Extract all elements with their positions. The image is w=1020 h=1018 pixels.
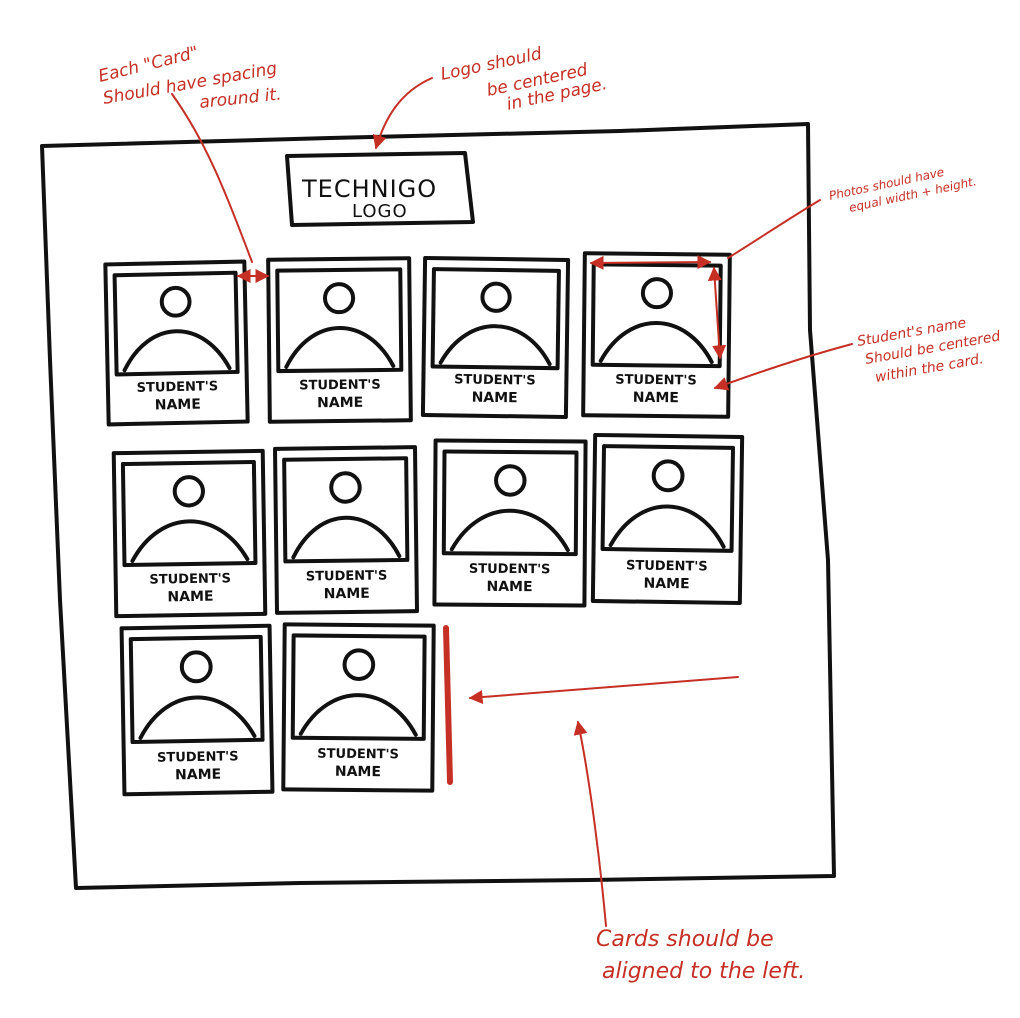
student-name-line2: NAME [486,579,532,595]
student-name-line1: STUDENT'S [615,373,697,389]
person-body-icon [291,515,402,560]
student-card: STUDENT'S NAME [420,256,571,419]
student-name-line1: STUDENT'S [157,749,239,765]
annotation-photo-square-leader [727,199,821,259]
student-name-line2: NAME [643,576,689,593]
annotation-card-spacing-arrow [171,93,253,263]
person-head-icon [172,475,205,508]
photo-width-arrow [589,255,712,270]
annotation-left-aligned: Cards should be aligned to the left. [443,625,805,984]
left-alignment-bar [443,625,453,785]
person-body-icon [608,504,726,549]
student-photo [282,456,410,564]
student-name-line1: STUDENT'S [149,571,231,587]
student-name-line2: NAME [472,390,518,407]
annotation-left-aligned-line2: aligned to the left. [602,959,805,984]
student-name-line2: NAME [155,397,201,414]
person-body-icon [598,321,714,365]
page-frame [40,122,836,890]
student-card: STUDENT'SNAME [103,259,250,427]
student-name-line1: STUDENT'S [626,558,708,574]
student-photo [441,449,579,557]
person-head-icon [651,459,685,493]
student-name-line1: STUDENT'S [306,568,388,584]
person-head-icon [179,650,213,684]
person-body-icon [449,508,570,553]
student-card: STUDENT'S NAME [273,445,419,615]
person-head-icon [322,282,356,315]
annotation-name-centered-arrow [713,343,853,391]
left-alignment-arrow [468,676,739,704]
student-card: STUDENT'S NAME [590,432,745,606]
person-body-icon [438,324,552,367]
student-name-line1: STUDENT'S [317,747,399,763]
person-head-icon [159,285,192,318]
person-head-icon [480,281,512,313]
student-photo [120,459,258,568]
student-name-line1: STUDENT'S [469,562,551,578]
student-name-line2: NAME [335,764,381,780]
annotation-card-spacing: Each "Card" Should have spacing around i… [96,43,282,283]
card-grid: STUDENT'SNAMESTUDENT'SNAMESTUDENT'SNAMES… [103,251,745,797]
student-name-line2: NAME [324,586,370,603]
student-photo [590,262,723,369]
annotation-left-aligned-arrow [573,720,607,927]
student-name-line1: STUDENT'S [137,379,219,396]
student-card: STUDENT'SNAME [281,622,436,793]
student-card: STUDENT'SNAME [266,256,413,424]
logo-text-line1: TECHNIGO [301,175,437,203]
student-name-line2: NAME [317,395,363,411]
person-body-icon [130,519,250,563]
student-photo [430,267,561,371]
student-photo [275,267,404,374]
student-name-line1: STUDENT'S [299,378,381,394]
logo-box: TECHNIGO LOGO [285,151,475,227]
student-name-line2: NAME [633,390,679,406]
person-body-icon [122,329,232,373]
person-head-icon [640,277,674,310]
person-head-icon [342,648,376,681]
annotation-left-aligned-line1: Cards should be [596,927,774,952]
logo-text-line2: LOGO [352,201,408,222]
person-body-icon [284,326,396,369]
student-card: STUDENT'S NAME [119,623,275,797]
student-photo [112,270,240,377]
student-name-line1: STUDENT'S [454,372,536,388]
person-body-icon [138,695,257,740]
person-body-icon [298,693,418,737]
student-photo [290,633,427,741]
student-photo [128,634,265,745]
student-card: STUDENT'SNAME [581,251,732,419]
person-head-icon [494,464,527,497]
student-card: STUDENT'SNAME [432,438,588,608]
annotation-name-centered: Student's name Should be centered within… [713,315,1002,391]
student-name-line2: NAME [167,589,213,606]
student-photo [600,444,735,553]
student-card: STUDENT'S NAME [111,448,268,619]
wireframe-sketch: TECHNIGO LOGO STUDENT'SNAMESTUDENT'SNAME… [40,43,1002,984]
person-head-icon [329,471,362,504]
student-name-line2: NAME [175,767,221,784]
